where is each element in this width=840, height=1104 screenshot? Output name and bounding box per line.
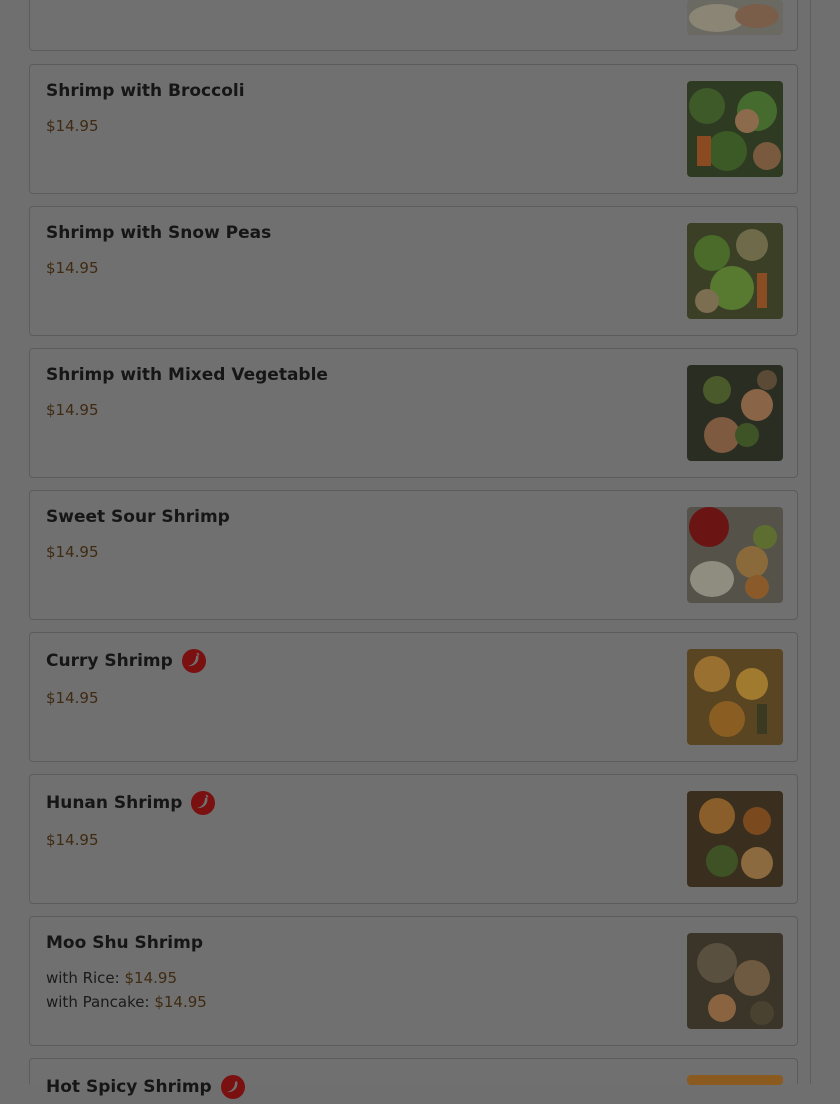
menu-item-price: $14.95 (46, 689, 99, 707)
menu-item-card[interactable]: Shrimp with Mixed Vegetable $14.95 (29, 348, 798, 478)
scrollbar-track[interactable] (810, 0, 811, 1084)
menu-item-price: $14.95 (46, 117, 99, 135)
menu-item-name: Hot Spicy Shrimp (46, 1075, 245, 1099)
menu-item-photo (687, 933, 783, 1029)
menu-item-name: Sweet Sour Shrimp (46, 507, 230, 527)
menu-item-name: Moo Shu Shrimp (46, 933, 204, 953)
menu-item-name: Shrimp with Mixed Vegetable (46, 365, 328, 385)
menu-item-price: $14.95 (46, 401, 99, 419)
menu-item-photo (687, 649, 783, 745)
menu-item-name: Curry Shrimp (46, 649, 206, 673)
menu-item-card-partial[interactable] (29, 0, 798, 51)
menu-item-photo (687, 365, 783, 461)
menu-item-price: $14.95 (46, 259, 99, 277)
menu-item-price: $14.95 (124, 969, 178, 987)
menu-item-variant: with Rice: $14.95 (46, 969, 177, 987)
menu-item-card[interactable]: Hunan Shrimp $14.95 (29, 774, 798, 904)
chili-pepper-icon (181, 649, 206, 673)
menu-item-variant: with Pancake: $14.95 (46, 993, 207, 1011)
menu-item-price: $14.95 (154, 993, 207, 1011)
menu-item-photo (687, 0, 783, 35)
menu-item-name: Hunan Shrimp (46, 791, 216, 815)
menu-item-card[interactable]: Sweet Sour Shrimp $14.95 (29, 490, 798, 620)
menu-item-card[interactable]: Shrimp with Broccoli $14.95 (29, 64, 798, 194)
menu-item-photo (687, 791, 783, 887)
menu-item-photo (687, 507, 783, 603)
menu-item-photo (687, 81, 783, 177)
menu-item-name: Shrimp with Snow Peas (46, 223, 272, 243)
menu-item-photo (687, 223, 783, 319)
menu-item-price: $14.95 (46, 831, 99, 849)
chili-pepper-icon (191, 791, 216, 815)
menu-item-card[interactable]: Shrimp with Snow Peas $14.95 (29, 206, 798, 336)
chili-pepper-icon (220, 1075, 245, 1099)
menu-item-name: Shrimp with Broccoli (46, 81, 245, 101)
menu-item-card[interactable]: Moo Shu Shrimp with Rice: $14.95 with Pa… (29, 916, 798, 1046)
menu-item-price: $14.95 (46, 543, 99, 561)
menu-item-card[interactable]: Curry Shrimp $14.95 (29, 632, 798, 762)
menu-item-card[interactable]: Hot Spicy Shrimp (29, 1058, 798, 1099)
